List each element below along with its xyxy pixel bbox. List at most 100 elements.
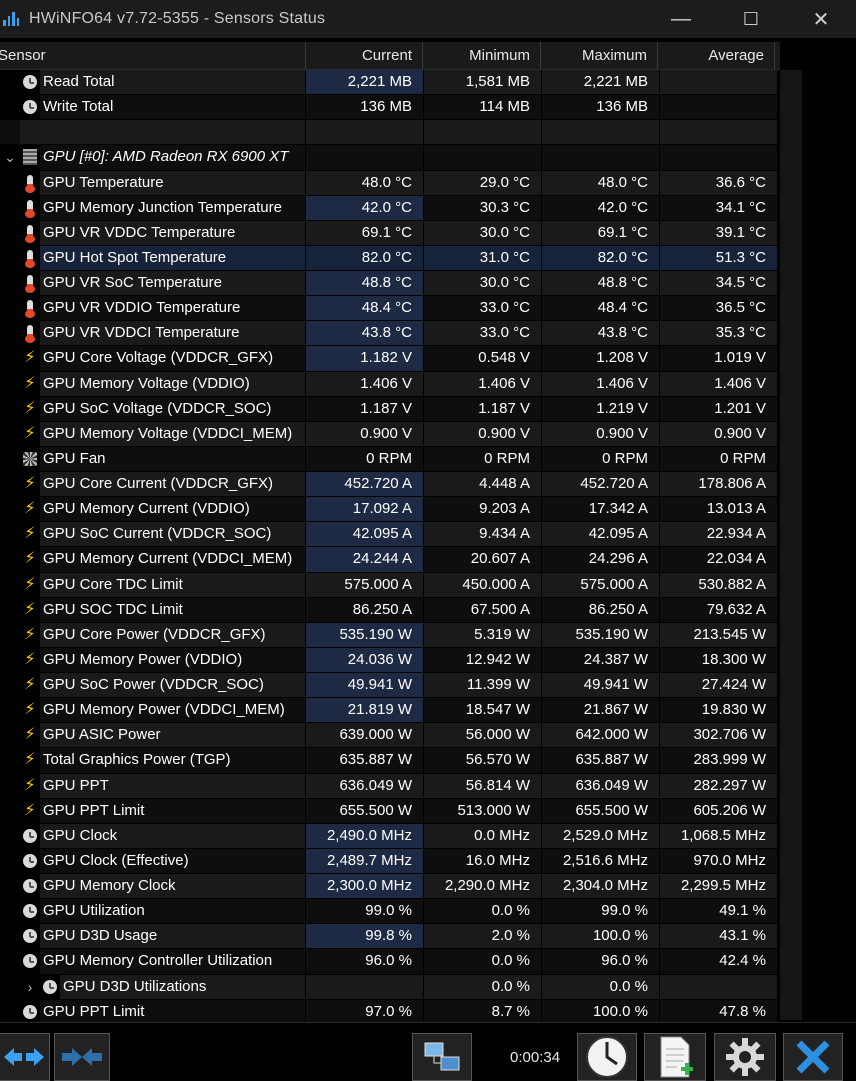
table-row[interactable]: GPU VR SoC Temperature 48.8 °C 30.0 °C 48.8… [0,271,780,297]
table-row[interactable]: GPU Clock (Effective) 2,489.7 MHz 16.0 MHz… [0,848,780,874]
thermometer-icon [25,275,35,294]
average-value [660,145,778,171]
table-row[interactable]: GPU Hot Spot Temperature 82.0 °C 31.0 °C 82… [0,245,780,271]
average-value: 34.5 °C [660,271,778,297]
close-icon[interactable] [783,1033,843,1081]
close-window-button[interactable]: ✕ [786,0,856,38]
table-row[interactable]: GPU VR VDDIO Temperature 48.4 °C 33.0 °C 48… [0,296,780,322]
lightning-icon: ⚡ [24,676,36,694]
average-value: 36.5 °C [660,296,778,322]
sensor-name: GPU Clock (Effective) [40,848,306,873]
sensor-name: GPU ASIC Power [40,723,306,748]
minimum-value: 30.3 °C [424,195,542,221]
table-row[interactable]: GPU VR VDDC Temperature 69.1 °C 30.0 °C 69.… [0,220,780,246]
minimum-value: 4.448 A [424,472,542,498]
table-row[interactable]: GPU VR VDDCI Temperature 43.8 °C 33.0 °C 43… [0,321,780,347]
header-maximum[interactable]: Maximum [541,42,658,69]
table-row[interactable]: ⚡ GPU PPT Limit 655.500 W 513.000 W 655.500 … [0,798,780,824]
sensor-name: GPU Memory Voltage (VDDIO) [40,371,306,396]
report-icon[interactable] [644,1033,706,1081]
sensor-name: GPU [#0]: AMD Radeon RX 6900 XT [40,145,306,170]
collapse-icon[interactable] [54,1033,110,1081]
average-value: 27.424 W [660,673,778,699]
thermometer-icon [25,300,35,319]
minimum-value: 450.000 A [424,572,542,598]
current-value: 639.000 W [306,723,424,749]
table-row[interactable]: ⚡ GPU Memory Voltage (VDDCI_MEM) 0.900 V 0.… [0,421,780,447]
sensor-name: GPU PPT Limit [40,798,306,823]
clock-sensor-icon [23,1004,37,1019]
thermometer-icon [25,174,35,193]
vertical-scrollbar[interactable] [780,70,802,1020]
table-row[interactable]: ⚡ GPU Memory Current (VDDIO) 17.092 A 9.203… [0,497,780,523]
lightning-icon: ⚡ [24,374,36,392]
lightning-icon: ⚡ [24,701,36,719]
table-row[interactable]: ⚡ GPU PPT 636.049 W 56.814 W 636.049 W 282.29… [0,773,780,799]
current-value: 17.092 A [306,497,424,523]
table-row[interactable]: ⚡ GPU Memory Current (VDDCI_MEM) 24.244 A2… [0,547,780,573]
spacer-row [0,120,780,146]
lightning-icon: ⚡ [24,525,36,543]
minimum-value: 0.900 V [424,421,542,447]
table-row[interactable]: Write Total 136 MB 114 MB 136 MB [0,95,780,121]
table-row[interactable]: ⚡ GPU SoC Power (VDDCR_SOC) 49.941 W 11.399… [0,673,780,699]
table-row[interactable]: ⚡ GPU Memory Voltage (VDDIO) 1.406 V 1.406 … [0,371,780,397]
elapsed-timer: 0:00:34 [510,1049,561,1066]
maximize-button[interactable]: ☐ [716,0,786,38]
sensor-name: GPU D3D Utilizations [60,974,306,999]
title-bar[interactable]: HWiNFO64 v7.72-5355 - Sensors Status — ☐… [0,0,856,38]
table-row[interactable]: › GPU D3D Utilizations 0.0 % 0.0 % [0,974,780,1000]
table-row[interactable]: GPU Fan 0 RPM 0 RPM 0 RPM 0 RPM [0,446,780,472]
table-row[interactable]: GPU Memory Controller Utilization 96.0 % 0… [0,949,780,975]
current-value: 42.095 A [306,522,424,548]
table-row[interactable]: ⚡ GPU Core Current (VDDCR_GFX) 452.720 A 4.… [0,472,780,498]
expand-chevron-icon[interactable]: › [20,975,40,999]
table-row[interactable]: GPU Memory Clock 2,300.0 MHz 2,290.0 MHz 2,… [0,874,780,900]
sensor-group-row[interactable]: ⌄ GPU [#0]: AMD Radeon RX 6900 XT [0,145,780,171]
table-row[interactable]: Read Total 2,221 MB 1,581 MB 2,221 MB [0,70,780,96]
average-value [660,70,778,96]
table-row[interactable]: GPU Utilization 99.0 % 0.0 % 99.0 % 49.1 % [0,899,780,925]
maximum-value: 2,529.0 MHz [542,823,660,849]
maximum-value: 100.0 % [542,924,660,950]
expand-icon[interactable] [0,1033,50,1081]
minimum-value: 2,290.0 MHz [424,874,542,900]
header-current[interactable]: Current [306,42,423,69]
table-row[interactable]: ⚡ Total Graphics Power (TGP) 635.887 W 56.5… [0,748,780,774]
table-row[interactable]: GPU Memory Junction Temperature 42.0 °C 30… [0,195,780,221]
minimum-value: 1.187 V [424,396,542,422]
minimize-button[interactable]: — [646,0,716,38]
thermometer-icon [25,224,35,243]
table-row[interactable]: ⚡ GPU Core Voltage (VDDCR_GFX) 1.182 V 0.54… [0,346,780,372]
table-row[interactable]: GPU Clock 2,490.0 MHz 0.0 MHz 2,529.0 MHz 1,… [0,823,780,849]
gear-icon[interactable] [714,1033,776,1081]
collapse-chevron-icon[interactable]: ⌄ [0,145,20,169]
current-value: 0 RPM [306,446,424,472]
table-row[interactable]: ⚡ GPU Core Power (VDDCR_GFX) 535.190 W 5.31… [0,622,780,648]
table-row[interactable]: ⚡ GPU Memory Power (VDDIO) 24.036 W 12.942 … [0,647,780,673]
table-row[interactable]: GPU Temperature 48.0 °C 29.0 °C 48.0 °C 36.6… [0,170,780,196]
minimum-value: 33.0 °C [424,321,542,347]
minimum-value: 2.0 % [424,924,542,950]
average-value: 2,299.5 MHz [660,874,778,900]
current-value: 24.036 W [306,647,424,673]
table-row[interactable]: ⚡ GPU Core TDC Limit 575.000 A 450.000 A 575… [0,572,780,598]
sensor-name: Write Total [40,95,306,120]
table-row[interactable]: ⚡ GPU ASIC Power 639.000 W 56.000 W 642.000 … [0,723,780,749]
table-row[interactable]: GPU D3D Usage 99.8 % 2.0 % 100.0 % 43.1 % [0,924,780,950]
table-row[interactable]: GPU PPT Limit 97.0 % 8.7 % 100.0 % 47.8 % [0,999,780,1022]
table-row[interactable]: ⚡ GPU SOC TDC Limit 86.250 A 67.500 A 86.250… [0,597,780,623]
table-row[interactable]: ⚡ GPU Memory Power (VDDCI_MEM) 21.819 W 18.… [0,698,780,724]
network-icon[interactable] [412,1033,472,1081]
minimum-value: 0.548 V [424,346,542,372]
header-minimum[interactable]: Minimum [423,42,541,69]
table-row[interactable]: ⚡ GPU SoC Voltage (VDDCR_SOC) 1.187 V 1.187… [0,396,780,422]
clock-icon[interactable] [577,1033,637,1081]
header-average[interactable]: Average [658,42,775,69]
table-row[interactable]: ⚡ GPU SoC Current (VDDCR_SOC) 42.095 A 9.43… [0,522,780,548]
average-value: 19.830 W [660,698,778,724]
header-sensor[interactable]: Sensor [0,42,306,69]
average-value: 36.6 °C [660,170,778,196]
column-header: Sensor Current Minimum Maximum Average [0,42,780,70]
sensor-name: GPU Memory Controller Utilization [40,949,306,974]
